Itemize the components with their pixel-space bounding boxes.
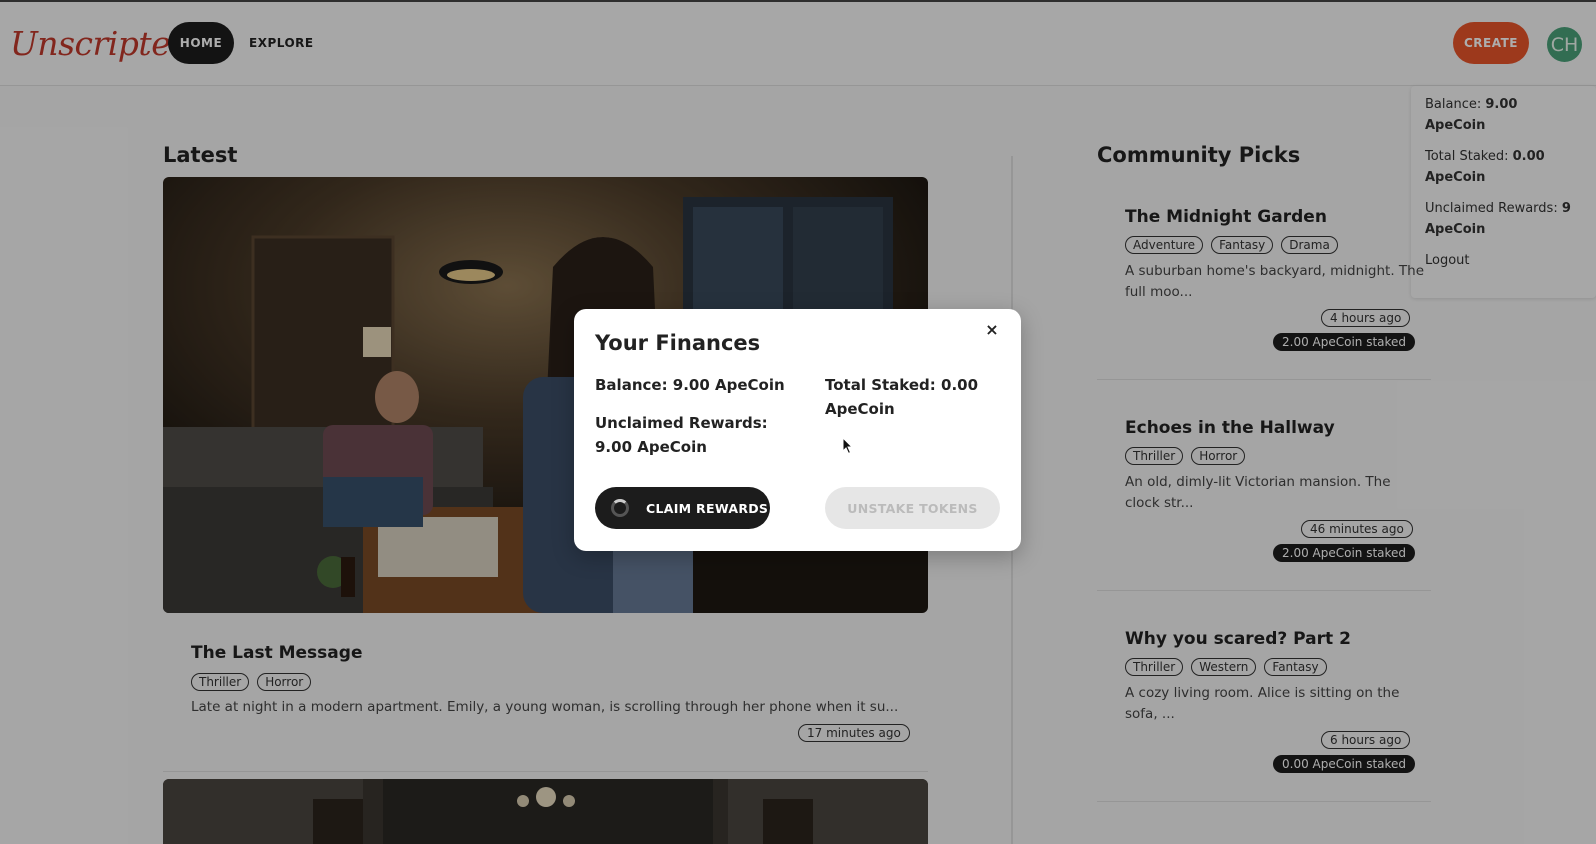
modal-balance: Balance: 9.00 ApeCoin [595,376,785,394]
claim-rewards-button[interactable]: CLAIM REWARDS [595,487,770,529]
unstake-tokens-button[interactable]: UNSTAKE TOKENS [825,487,1000,529]
loading-spinner-icon [611,499,629,517]
close-icon[interactable]: × [982,319,1002,339]
modal-title: Your Finances [595,331,761,355]
modal-total-staked: Total Staked: 0.00 ApeCoin [825,376,979,418]
modal-unclaimed-rewards: Unclaimed Rewards: 9.00 ApeCoin [595,414,768,456]
claim-rewards-label: CLAIM REWARDS [646,500,769,516]
mouse-cursor-icon [842,437,854,455]
finances-modal: Your Finances × Balance: 9.00 ApeCoin To… [574,309,1021,551]
